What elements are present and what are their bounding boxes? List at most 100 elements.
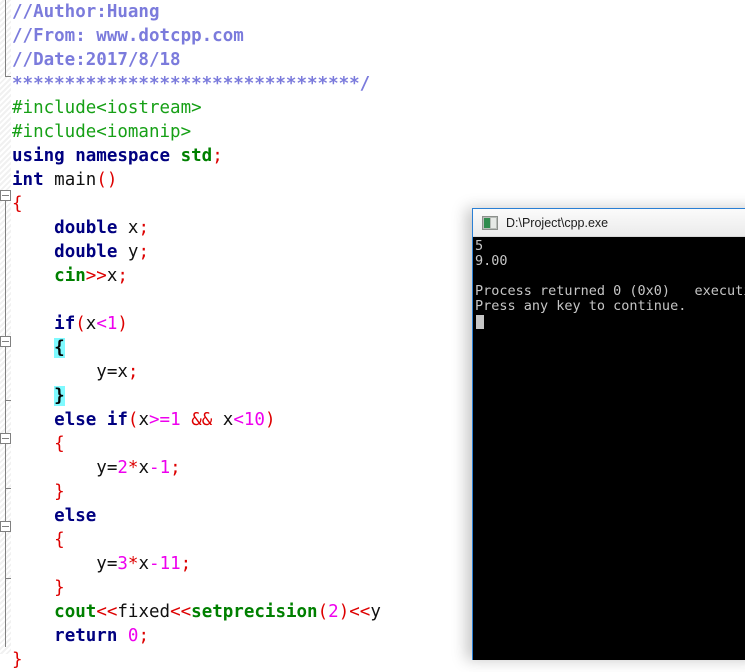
code-token: //Author:Huang	[12, 2, 160, 22]
fold-box-elseif[interactable]	[0, 433, 11, 444]
code-line[interactable]: *********************************/	[11, 72, 745, 96]
code-line[interactable]: //Author:Huang	[11, 0, 745, 24]
code-token: ;	[138, 626, 150, 646]
code-line[interactable]: #include<iostream>	[11, 96, 745, 120]
code-line[interactable]: //Date:2017/8/18	[11, 48, 745, 72]
code-token: 0	[127, 626, 139, 646]
code-token: fixed	[117, 602, 171, 622]
code-token: >>	[85, 266, 107, 286]
code-token: )	[117, 314, 128, 334]
code-token: {	[54, 434, 65, 454]
code-token: 2	[117, 458, 128, 478]
fold-line-main	[5, 201, 6, 647]
code-token: x	[138, 554, 150, 574]
code-token: ;	[180, 554, 192, 574]
console-line: 9.00	[475, 253, 508, 269]
code-token: ;	[127, 362, 139, 382]
code-token: x	[138, 410, 150, 430]
code-token: #include<iomanip>	[12, 122, 192, 142]
code-token: #include<iostream>	[12, 98, 202, 118]
code-token: double	[54, 218, 128, 238]
code-token: (	[317, 602, 329, 622]
code-token: 3	[117, 554, 128, 574]
console-window[interactable]: D:\Project\cpp.exe 5 9.00 Process returne…	[472, 208, 745, 660]
code-line[interactable]: using namespace std;	[11, 144, 745, 168]
code-token: <<	[349, 602, 371, 622]
code-token: std	[180, 146, 213, 166]
code-token: }	[54, 386, 65, 406]
code-token: }	[12, 650, 23, 670]
code-token: {	[12, 194, 23, 214]
code-token: x	[138, 458, 150, 478]
code-token: ()	[96, 170, 118, 190]
code-token: 10	[243, 410, 265, 430]
code-token: main	[54, 170, 97, 190]
code-token: <<	[96, 602, 118, 622]
code-token: ;	[212, 146, 223, 166]
code-line[interactable]: int main()	[11, 168, 745, 192]
code-token: x	[127, 218, 139, 238]
fold-box-if[interactable]	[0, 336, 11, 347]
code-token: {	[54, 530, 65, 550]
console-line: Press any key to continue.	[475, 298, 687, 314]
code-token: cin	[54, 266, 86, 286]
console-cursor	[476, 315, 484, 329]
code-token: x	[85, 314, 97, 334]
code-token: x	[106, 266, 118, 286]
fold-box-main[interactable]	[0, 190, 11, 201]
code-token: <<	[170, 602, 192, 622]
code-token: }	[54, 578, 65, 598]
code-token: y=	[96, 554, 118, 574]
code-line[interactable]: #include<iomanip>	[11, 120, 745, 144]
code-token: return	[54, 626, 128, 646]
console-line: Process returned 0 (0x0) execution ti	[475, 283, 745, 299]
code-line[interactable]: //From: www.dotcpp.com	[11, 24, 745, 48]
console-output-area[interactable]: 59.00 Process returned 0 (0x0) execution…	[473, 237, 745, 660]
code-token: ;	[138, 242, 150, 262]
code-token: //From: www.dotcpp.com	[12, 26, 244, 46]
code-token: ;	[117, 266, 128, 286]
console-title-bar[interactable]: D:\Project\cpp.exe	[473, 209, 745, 237]
code-token: (	[75, 314, 86, 334]
code-token: -	[149, 458, 160, 478]
fold-line-comment	[5, 0, 6, 76]
code-token: 11	[159, 554, 181, 574]
fold-box-else[interactable]	[0, 521, 11, 532]
code-token: using namespace	[12, 146, 181, 166]
code-token: y=x	[96, 362, 128, 382]
code-token: 1	[106, 314, 118, 334]
code-token: >=	[149, 410, 171, 430]
code-token: *	[127, 554, 139, 574]
code-token: else	[54, 506, 97, 526]
code-token: y=	[96, 458, 118, 478]
code-token: )	[264, 410, 276, 430]
code-token: -	[149, 554, 160, 574]
code-token: *	[127, 458, 139, 478]
code-token: //Date:2017/8/18	[12, 50, 181, 70]
code-token: y	[370, 602, 381, 622]
code-token: if	[54, 314, 76, 334]
code-token: x	[212, 410, 234, 430]
code-token: 1	[170, 410, 181, 430]
console-window-title: D:\Project\cpp.exe	[506, 215, 609, 230]
code-token: *********************************/	[12, 74, 371, 94]
code-token: &&	[191, 410, 213, 430]
code-token: )	[338, 602, 350, 622]
code-token: <	[96, 314, 107, 334]
console-output-lines: 59.00 Process returned 0 (0x0) execution…	[475, 239, 745, 314]
code-token: 1	[159, 458, 171, 478]
